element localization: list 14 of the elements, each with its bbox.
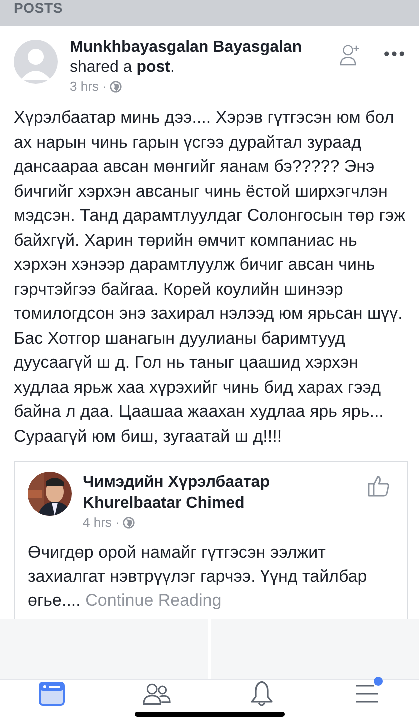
thumbs-up-icon[interactable]: [367, 474, 391, 498]
author-name[interactable]: Чимэдийн Хүрэлбаатар Khurelbaatar Chimed: [83, 472, 293, 514]
globe-icon: [110, 81, 122, 93]
globe-icon: [122, 517, 135, 529]
post-time: 4 hrs ·: [83, 514, 120, 532]
section-header: POSTS: [14, 0, 63, 16]
post-action: shared a post.: [70, 58, 176, 78]
add-friend-icon[interactable]: [340, 43, 362, 67]
author-name[interactable]: Munkhbayasgalan Bayasgalan: [70, 37, 328, 58]
post-time: 3 hrs ·: [70, 78, 107, 96]
more-icon[interactable]: [384, 51, 405, 57]
news-feed-icon: [38, 680, 66, 708]
shared-post-text: Өчигдөр орой намайг гүтгэсэн ээлжит захиалгат нэвтрүүлэг гарчээ. Үүнд тайлбар өгье.... Continue Reading: [28, 542, 368, 612]
post-text: Хүрэлбаатар минь дээ.... Хэрэв гүтгэсэн юм бол ах нарын чинь гарын үсгээ дурайтал зураад дансаараа авсан мөнгийг яанам бэ????? Энэ бичгийг хэрхэн авсаныг чинь ёстой ширхэгчлэн мэдсэн. Танд дарамтлуулдаг Солонгосын төр гэж байхгүй. Харин төрийн өмчит компаниас нь хэрхэн хэнээр дарамтлуулж бичиг авсан чинь гэрчтэйгээ байгаа. Корей коулийн шинээр томилогдсон энэ захирал нэлээд юм ярьсан шүү. Бас Хотгор шанагын дуулианы баримтууд дуусаагүй ш д. Гол нь таныг цаашид хэрхэн худлаа ярьж хаа хүрэхийг чинь бид харах гээд байна л даа. Цаашаа жаахан худлаа ярь ярь... Сураагүй юм биш, зугаатай ш д!!!!: [14, 107, 406, 448]
